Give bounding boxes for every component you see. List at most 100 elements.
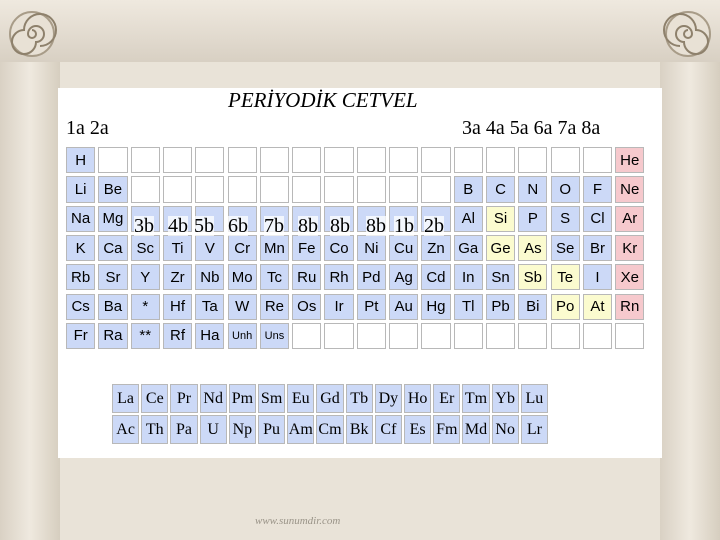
empty-cell [259, 176, 290, 203]
element-cell: Ru [292, 264, 322, 291]
element-cell: Zr [162, 264, 193, 291]
empty-cell [582, 147, 613, 174]
empty-cell [582, 322, 613, 350]
empty-cell [518, 147, 548, 174]
element-cell: Pt [356, 293, 386, 320]
element-cell: Mn [259, 234, 290, 262]
element-cell: * [130, 293, 160, 320]
subgroup-label: 4b [168, 215, 188, 237]
empty-cell [162, 147, 193, 174]
element-cell: Sn [485, 264, 516, 291]
element-cell: Cm [316, 415, 344, 444]
element-cell: N [518, 176, 548, 203]
element-cell: Se [550, 234, 580, 262]
element-cell: Cf [374, 415, 402, 444]
element-cell: Rf [162, 322, 193, 350]
element-cell: I [582, 264, 613, 291]
empty-cell [550, 322, 580, 350]
volute-ornament-right [663, 11, 711, 57]
empty-cell [292, 322, 322, 350]
element-cell: Xe [615, 264, 645, 291]
empty-cell [356, 176, 386, 203]
element-cell: U [199, 415, 227, 444]
element-cell: Mo [227, 264, 257, 291]
element-cell: At [582, 293, 613, 320]
element-cell: Ce [141, 384, 169, 413]
element-cell: Be [98, 176, 128, 203]
element-cell: Es [404, 415, 432, 444]
column-capital [0, 0, 720, 64]
empty-cell [356, 147, 386, 174]
element-cell: Rh [324, 264, 354, 291]
element-cell: Hf [162, 293, 193, 320]
element-cell: Nd [199, 384, 227, 413]
element-cell: Unh [227, 322, 257, 350]
element-cell: Lu [520, 384, 548, 413]
element-cell: Md [462, 415, 490, 444]
empty-cell [518, 322, 548, 350]
empty-cell [162, 176, 193, 203]
element-cell: Sb [518, 264, 548, 291]
empty-cell [227, 176, 257, 203]
element-cell: Th [141, 415, 169, 444]
empty-cell [389, 176, 419, 203]
element-cell: Uns [259, 322, 290, 350]
element-cell: F [582, 176, 613, 203]
element-cell: Sm [258, 384, 286, 413]
element-cell: Ga [453, 234, 483, 262]
empty-cell [356, 322, 386, 350]
element-cell: B [453, 176, 483, 203]
empty-cell [130, 147, 160, 174]
column-left [0, 62, 60, 540]
element-cell: Sc [130, 234, 160, 262]
element-cell: Am [287, 415, 315, 444]
empty-cell [227, 147, 257, 174]
element-cell: Pa [170, 415, 198, 444]
element-cell: Pd [356, 264, 386, 291]
element-cell: Yb [491, 384, 519, 413]
element-cell: Ra [98, 322, 128, 350]
element-cell: V [195, 234, 225, 262]
element-cell: Sr [98, 264, 128, 291]
empty-cell [550, 147, 580, 174]
element-cell: Au [389, 293, 419, 320]
element-cell: Rb [66, 264, 96, 291]
empty-cell [195, 176, 225, 203]
empty-cell [130, 176, 160, 203]
subgroup-label: 8b [330, 215, 350, 237]
element-cell: Pr [170, 384, 198, 413]
element-cell: Ge [485, 234, 516, 262]
subgroup-label: 2b [424, 215, 444, 237]
empty-cell [324, 322, 354, 350]
element-cell: Re [259, 293, 290, 320]
element-cell: Ni [356, 234, 386, 262]
element-cell: Mg [98, 205, 128, 232]
element-cell: Ha [195, 322, 225, 350]
element-cell: Pu [258, 415, 286, 444]
subgroup-label: 8b [366, 215, 386, 237]
element-cell: Po [550, 293, 580, 320]
empty-cell [453, 322, 483, 350]
empty-cell [324, 176, 354, 203]
subgroup-label: 8b [298, 215, 318, 237]
element-cell: Ca [98, 234, 128, 262]
element-cell: H [66, 147, 96, 174]
element-cell: Eu [287, 384, 315, 413]
element-cell: Zn [421, 234, 451, 262]
subgroup-label: 6b [228, 215, 248, 237]
element-cell: No [491, 415, 519, 444]
empty-cell [98, 147, 128, 174]
subgroup-label: 5b [194, 215, 214, 237]
element-cell: Al [453, 205, 483, 232]
element-cell: In [453, 264, 483, 291]
element-cell: Np [228, 415, 256, 444]
element-cell: Pm [228, 384, 256, 413]
empty-cell [259, 147, 290, 174]
element-cell: K [66, 234, 96, 262]
element-cell: As [518, 234, 548, 262]
element-cell: O [550, 176, 580, 203]
subgroup-label: 7b [264, 215, 284, 237]
element-cell: Rn [615, 293, 645, 320]
empty-cell [389, 322, 419, 350]
element-cell: Ne [615, 176, 645, 203]
